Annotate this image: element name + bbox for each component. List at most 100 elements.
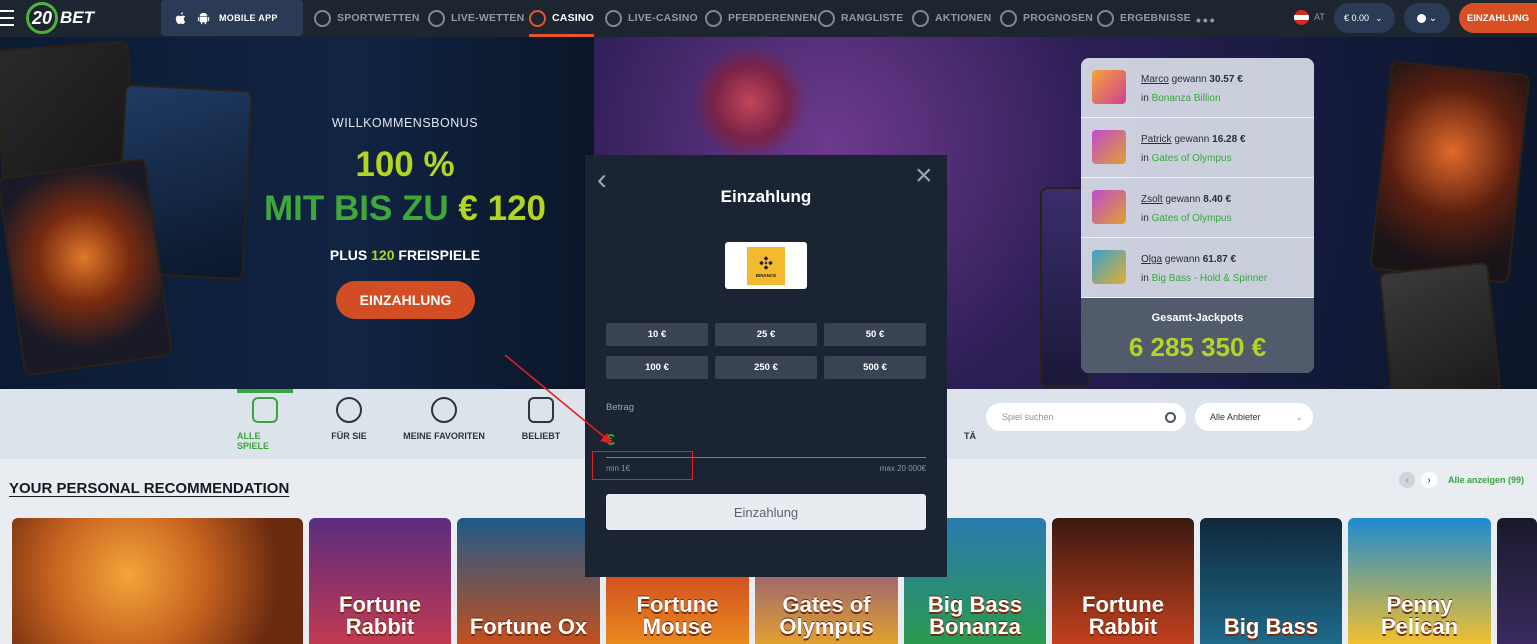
nav-ergebnisse[interactable]: ERGEBNISSE <box>1097 0 1191 36</box>
amount-option-button[interactable]: 250 € <box>715 356 817 379</box>
deposit-modal: ‹ × Einzahlung BINANCE 10 € 25 € 50 € 10… <box>585 155 947 577</box>
soccer-ball-icon <box>314 9 331 27</box>
recommendation-title: YOUR PERSONAL RECOMMENDATION <box>9 480 290 497</box>
winner-game[interactable]: Bonanza Billion <box>1152 93 1221 104</box>
amount-option-button[interactable]: 25 € <box>715 323 817 346</box>
nav-label: PROGNOSEN <box>1023 12 1094 24</box>
amount-option-button[interactable]: 50 € <box>824 323 926 346</box>
game-tile-title: Fortune Rabbit <box>1082 592 1164 639</box>
hero-spins-label: FREISPIELE <box>398 247 481 263</box>
winner-verb: gewann <box>1174 134 1210 145</box>
balance-button[interactable]: € 0.00 ⌄ <box>1334 3 1395 33</box>
winner-in: in <box>1141 93 1149 104</box>
deposit-button-top[interactable]: EINZAHLUNG <box>1459 3 1537 33</box>
language-code[interactable]: AT <box>1314 12 1325 22</box>
winner-summary: Marco gewann 30.57 € <box>1141 74 1243 85</box>
hero-kicker: WILLKOMMENSBONUS <box>331 116 479 130</box>
game-tile[interactable]: Fortune Rabbit <box>309 518 451 644</box>
card-ace-artwork <box>1378 261 1502 389</box>
mobile-app-label: MOBILE APP <box>219 13 278 23</box>
winner-summary: Zsolt gewann 8.40 € <box>1141 194 1231 205</box>
deposit-submit-button[interactable]: Einzahlung <box>606 494 926 530</box>
prev-arrow-icon[interactable]: ‹ <box>1399 472 1415 488</box>
annotation-highlight-box <box>592 451 693 480</box>
category-partial[interactable]: TÄ <box>958 389 982 459</box>
horse-icon <box>705 9 722 27</box>
more-menu-icon[interactable]: ••• <box>1196 12 1217 28</box>
winner-amount: 8.40 € <box>1203 194 1232 205</box>
winner-game[interactable]: Big Bass - Hold & Spinner <box>1152 273 1268 284</box>
chevron-down-icon: ⌄ <box>1428 12 1438 24</box>
next-arrow-icon[interactable]: › <box>1421 472 1437 488</box>
hero-spins-number: 120 <box>371 247 395 263</box>
balance-value: € 0.00 <box>1344 13 1370 23</box>
card-fire-artwork <box>1369 60 1531 284</box>
nav-aktionen[interactable]: AKTIONEN <box>912 0 991 36</box>
nav-rangliste[interactable]: RANGLISTE <box>818 0 903 36</box>
winner-row[interactable]: Marco gewann 30.57 € in Bonanza Billion <box>1081 58 1314 118</box>
amount-option-button[interactable]: 500 € <box>824 356 926 379</box>
game-tile-title: Big Bass <box>1223 614 1319 639</box>
game-search-input[interactable]: Spiel suchen <box>986 403 1186 431</box>
stopwatch-icon <box>428 9 445 27</box>
mobile-app-button[interactable]: MOBILE APP <box>161 0 303 36</box>
category-favorites[interactable]: MEINE FAVORITEN <box>400 389 488 459</box>
game-tile[interactable]: Fortune Ox <box>457 518 600 644</box>
nav-prognosen[interactable]: PROGNOSEN <box>1000 0 1093 36</box>
person-stars-icon <box>336 397 362 423</box>
recent-winners-panel: Marco gewann 30.57 € in Bonanza Billion … <box>1081 58 1314 373</box>
nav-casino[interactable]: CASINO <box>529 0 595 37</box>
annotation-arrow <box>504 354 612 444</box>
winner-game[interactable]: Gates of Olympus <box>1152 213 1232 224</box>
amount-option-button[interactable]: 100 € <box>606 356 708 379</box>
amount-option-button[interactable]: 10 € <box>606 323 708 346</box>
hero-percent: 100 % <box>355 145 455 184</box>
category-for-you[interactable]: FÜR SIE <box>323 389 375 459</box>
game-tile[interactable]: Fortune Rabbit <box>1052 518 1194 644</box>
nav-label: SPORTWETTEN <box>337 12 420 24</box>
chevron-down-icon: ⌄ <box>1375 12 1383 23</box>
winner-row[interactable]: Zsolt gewann 8.40 € in Gates of Olympus <box>1081 178 1314 238</box>
winner-name: Olga <box>1141 254 1163 265</box>
game-tile[interactable] <box>12 518 303 644</box>
hero-deposit-button[interactable]: EINZAHLUNG <box>336 281 475 319</box>
winner-row[interactable]: Olga gewann 61.87 € in Big Bass - Hold &… <box>1081 238 1314 298</box>
binance-logo-text: BINANCE <box>755 272 777 278</box>
nav-live-casino[interactable]: LIVE-CASINO <box>605 0 698 36</box>
winner-game[interactable]: Gates of Olympus <box>1152 153 1232 164</box>
chevron-down-icon: ⌄ <box>1295 411 1303 422</box>
game-tile[interactable]: Big Bass <box>1200 518 1342 644</box>
card-orb-artwork <box>0 157 174 377</box>
site-logo[interactable]: 20 BET <box>26 2 94 34</box>
winner-row[interactable]: Patrick gewann 16.28 € in Gates of Olymp… <box>1081 118 1314 178</box>
category-label: TÄ <box>964 431 976 441</box>
nav-sportwetten[interactable]: SPORTWETTEN <box>314 0 420 36</box>
cards-icon <box>605 9 622 27</box>
game-thumbnail <box>1092 130 1126 164</box>
user-menu-button[interactable]: ⌄ <box>1404 3 1450 33</box>
austria-flag-icon[interactable] <box>1294 10 1309 25</box>
category-all-games[interactable]: ALLE SPIELE <box>237 389 293 459</box>
winner-summary: Patrick gewann 16.28 € <box>1141 134 1246 145</box>
winner-game-line: in Bonanza Billion <box>1141 93 1221 104</box>
nav-live-wetten[interactable]: LIVE-WETTEN <box>428 0 524 36</box>
game-tile[interactable] <box>1497 518 1537 644</box>
game-tile[interactable]: Penny Pelican <box>1348 518 1491 644</box>
category-label: FÜR SIE <box>331 431 367 441</box>
winner-verb: gewann <box>1165 194 1201 205</box>
winner-in: in <box>1141 213 1149 224</box>
roulette-icon <box>529 9 546 27</box>
menu-icon[interactable] <box>0 10 14 26</box>
winner-summary: Olga gewann 61.87 € <box>1141 254 1236 265</box>
hero-headline-amount: € 120 <box>458 189 547 228</box>
see-all-link[interactable]: Alle anzeigen (99) <box>1448 475 1524 485</box>
game-thumbnail <box>1092 190 1126 224</box>
nav-label: PFERDERENNEN <box>728 12 818 24</box>
search-icon[interactable] <box>1165 411 1176 423</box>
providers-dropdown[interactable]: Alle Anbieter ⌄ <box>1195 403 1313 431</box>
game-tile-title: Penny Pelican <box>1380 592 1459 639</box>
nav-label: ERGEBNISSE <box>1120 12 1191 24</box>
game-thumbnail <box>1092 70 1126 104</box>
nav-pferderennen[interactable]: PFERDERENNEN <box>705 0 817 36</box>
winner-name: Zsolt <box>1141 194 1163 205</box>
